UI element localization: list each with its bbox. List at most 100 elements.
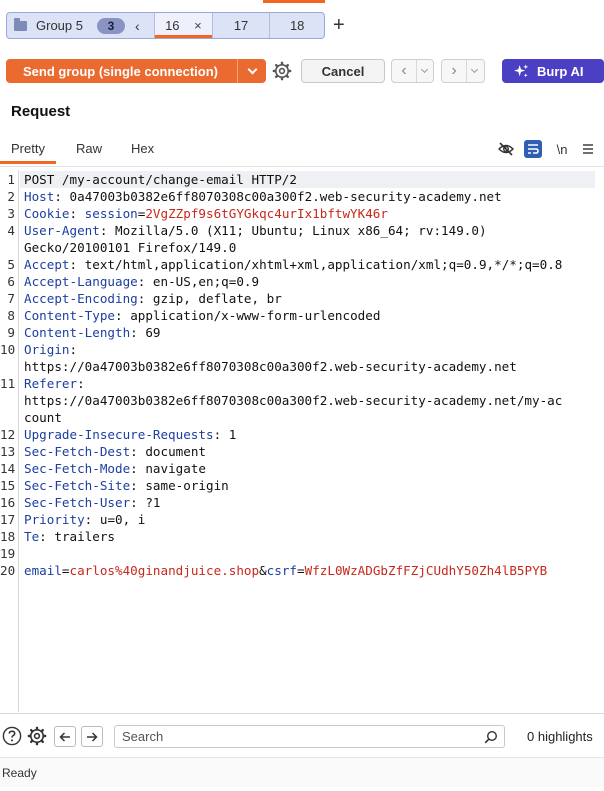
code-line: 2 Host: 0a47003b0382e6ff8070308c00a300f2.…: [0, 188, 600, 205]
code-text: POST /my-account/change-email HTTP/2: [24, 171, 297, 188]
tab-label: 18: [289, 18, 305, 33]
line-number: 17: [0, 512, 16, 527]
next-request-button[interactable]: ›: [441, 59, 485, 83]
tab-pretty[interactable]: Pretty: [0, 141, 56, 164]
code-text: Referer:: [24, 375, 85, 392]
code-line: https://0a47003b0382e6ff8070308c00a300f2…: [0, 392, 600, 409]
header-name: Accept: [24, 257, 70, 272]
line-text: POST /my-account/change-email HTTP/2: [24, 172, 297, 187]
line-number: 5: [7, 257, 15, 272]
search-icon[interactable]: [484, 730, 498, 744]
header-value: document: [145, 444, 207, 459]
gear-icon[interactable]: [27, 726, 47, 746]
header-colon: :: [77, 376, 85, 391]
add-tab-button[interactable]: +: [333, 13, 345, 37]
line-number: 19: [0, 546, 16, 561]
header-name: Sec-Fetch-Mode: [24, 461, 131, 476]
code-line: count: [0, 409, 600, 426]
header-colon: :: [130, 444, 138, 459]
help-icon[interactable]: [2, 726, 22, 746]
header-name: Cookie: [24, 206, 70, 221]
code-text: Origin:: [24, 341, 77, 358]
code-text: Content-Length: 69: [24, 324, 161, 341]
header-name: Upgrade-Insecure-Requests: [24, 427, 214, 442]
line-number: 13: [0, 444, 16, 459]
previous-request-button[interactable]: ‹: [391, 59, 434, 83]
param-equals: =: [297, 563, 305, 578]
header-value: navigate: [145, 461, 207, 476]
header-value: application/x-www-form-urlencoded: [130, 308, 381, 323]
code-text: Priority: u=0, i: [24, 511, 145, 528]
code-line: 12 Upgrade-Insecure-Requests: 1: [0, 426, 600, 443]
send-group-button[interactable]: Send group (single connection): [6, 59, 266, 83]
header-name: Sec-Fetch-User: [24, 495, 131, 510]
collapse-chevron-icon[interactable]: ‹: [135, 18, 140, 34]
wrap-text-icon[interactable]: [524, 140, 542, 158]
code-text: email=carlos%40ginandjuice.shop&csrf=Wfz…: [24, 562, 547, 579]
code-text: Te: trailers: [24, 528, 115, 545]
header-value: ?1: [145, 495, 161, 510]
tab-strip: Group 5 3 ‹ 16 × 17 18 +: [0, 0, 604, 48]
newline-toggle[interactable]: \n: [552, 139, 572, 159]
burp-ai-button[interactable]: Burp AI: [502, 59, 604, 83]
header-value: 1: [228, 427, 237, 442]
search-input[interactable]: [115, 726, 465, 747]
code-text: User-Agent: Mozilla/5.0 (X11; Ubuntu; Li…: [24, 222, 487, 239]
tab-16[interactable]: 16 ×: [154, 13, 212, 38]
gear-icon[interactable]: [272, 61, 292, 81]
tab-hex[interactable]: Hex: [131, 141, 154, 156]
header-value: trailers: [54, 529, 116, 544]
line-text: https://0a47003b0382e6ff8070308c00a300f2…: [24, 359, 517, 374]
code-text: Sec-Fetch-Mode: navigate: [24, 460, 206, 477]
line-number: 4: [7, 223, 15, 238]
tab-17[interactable]: 17: [211, 13, 270, 38]
tab-raw[interactable]: Raw: [76, 141, 102, 156]
line-number: 18: [0, 529, 16, 544]
code-line: https://0a47003b0382e6ff8070308c00a300f2…: [0, 358, 600, 375]
header-name: Accept-Encoding: [24, 291, 138, 306]
header-colon: :: [130, 495, 138, 510]
header-colon: :: [54, 189, 62, 204]
header-colon: :: [69, 206, 85, 221]
search-previous-button[interactable]: [54, 726, 76, 747]
line-text: count: [24, 410, 62, 425]
code-text: Accept-Encoding: gzip, deflate, br: [24, 290, 282, 307]
tab-group-count-badge: 3: [96, 17, 125, 34]
body-param-value: WfzL0WzADGbZfFZjCUdhY50Zh4lB5PYB: [304, 563, 548, 578]
code-text: Accept-Language: en-US,en;q=0.9: [24, 273, 259, 290]
header-value: gzip, deflate, br: [152, 291, 282, 306]
bottom-bar: 0 highlights: [0, 713, 604, 757]
next-history-dropdown[interactable]: [466, 60, 482, 82]
send-options-dropdown[interactable]: [237, 59, 266, 83]
header-value: en-US,en;q=0.9: [152, 274, 260, 289]
code-text: Sec-Fetch-User: ?1: [24, 494, 161, 511]
eye-off-icon[interactable]: [496, 139, 516, 159]
previous-history-dropdown[interactable]: [416, 60, 432, 82]
status-text: Ready: [2, 766, 37, 780]
line-number: 8: [7, 308, 15, 323]
tab-group-header[interactable]: Group 5 3 ‹: [7, 13, 154, 38]
line-number: 16: [0, 495, 16, 510]
chevron-right-icon[interactable]: ›: [442, 60, 466, 82]
header-colon: :: [130, 461, 138, 476]
request-editor[interactable]: 1 POST /my-account/change-email HTTP/2 2 Ho…: [0, 170, 604, 712]
header-name: Te: [24, 529, 40, 544]
menu-icon[interactable]: [578, 139, 598, 159]
tab-18[interactable]: 18: [269, 13, 324, 38]
line-number: 15: [0, 478, 16, 493]
line-number: 6: [7, 274, 15, 289]
header-colon: :: [130, 325, 138, 340]
code-line: Gecko/20100101 Firefox/149.0: [0, 239, 600, 256]
header-name: Content-Length: [24, 325, 131, 340]
search-next-button[interactable]: [81, 726, 103, 747]
close-tab-icon[interactable]: ×: [194, 18, 202, 33]
cancel-button[interactable]: Cancel: [301, 59, 385, 83]
code-line: 17 Priority: u=0, i: [0, 511, 600, 528]
send-group-label[interactable]: Send group (single connection): [6, 59, 237, 83]
code-line: 1 POST /my-account/change-email HTTP/2: [0, 171, 600, 188]
chevron-left-icon[interactable]: ‹: [392, 60, 416, 82]
line-number: 7: [7, 291, 15, 306]
